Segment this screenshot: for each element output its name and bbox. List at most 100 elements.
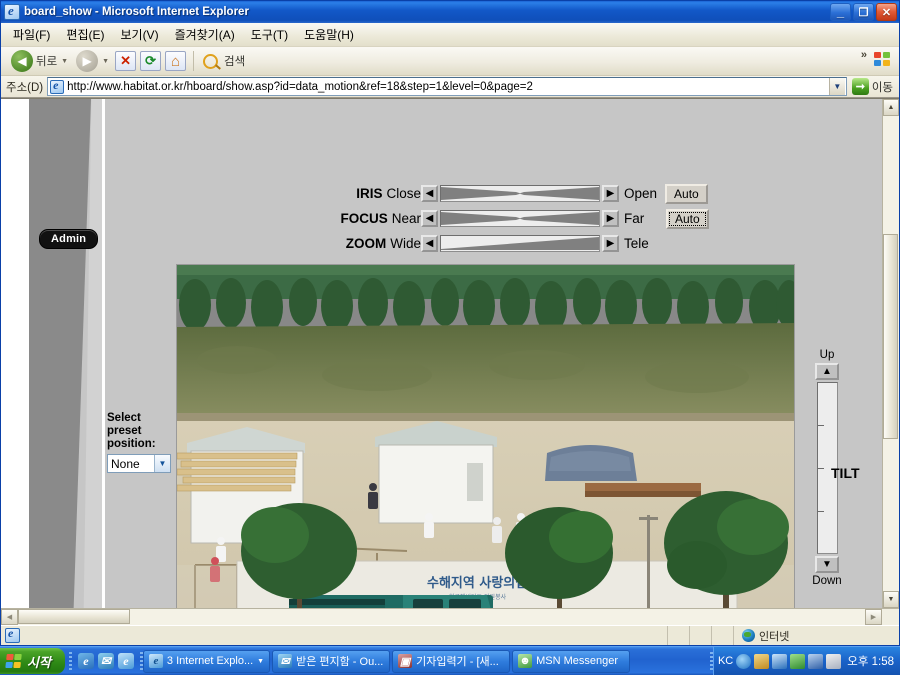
menu-item-view[interactable]: 보기(V) [112, 23, 166, 46]
taskbar-item-label: 받은 편지함 - Ou... [296, 656, 384, 668]
zoom-slider[interactable] [440, 235, 600, 252]
iris-increase-button[interactable]: ▶ [602, 185, 619, 202]
page-vertical-scrollbar[interactable]: ▲ ▼ [882, 99, 899, 608]
restore-icon: ❐ [858, 6, 869, 19]
iris-min-label: Close [386, 185, 421, 201]
restore-button[interactable]: ❐ [853, 3, 874, 21]
quick-launch-bar: e ✉ e [72, 653, 140, 669]
start-button[interactable]: 시작 [0, 648, 65, 674]
security-zone[interactable]: 인터넷 [734, 626, 899, 645]
iris-slider[interactable] [440, 185, 600, 202]
scroll-right-button[interactable]: ▶ [865, 609, 882, 625]
tray-collapse-icon[interactable] [736, 653, 752, 669]
network-icon[interactable] [772, 653, 788, 669]
back-dropdown-icon[interactable]: ▼ [61, 58, 68, 65]
zoom-decrease-button[interactable]: ◀ [421, 235, 438, 252]
chevron-down-icon[interactable]: ▼ [257, 658, 264, 665]
go-button[interactable]: ➞ 이동 [851, 78, 896, 95]
page-icon [50, 78, 65, 94]
focus-decrease-button[interactable]: ◀ [421, 210, 438, 227]
status-message [24, 626, 668, 645]
forward-button[interactable]: ▶ ▼ [72, 49, 113, 73]
iris-label-group: IRIS Close [331, 185, 421, 203]
menu-item-file[interactable]: 파일(F) [5, 23, 58, 46]
taskbar-item-ie[interactable]: e 3 Internet Explo... ▼ [142, 649, 271, 673]
menu-item-tools[interactable]: 도구(T) [243, 23, 296, 46]
show-desktop-icon[interactable]: e [77, 653, 94, 669]
address-input[interactable]: http://www.habitat.or.kr/hboard/show.asp… [47, 77, 847, 96]
page-horizontal-scrollbar[interactable]: ◀ ▶ [1, 608, 899, 625]
zoom-increase-button[interactable]: ▶ [602, 235, 619, 252]
address-url-text: http://www.habitat.or.kr/hboard/show.asp… [67, 80, 533, 93]
chevron-down-icon[interactable]: ▼ [154, 455, 170, 472]
iris-decrease-button[interactable]: ◀ [421, 185, 438, 202]
right-arrow-icon: ▶ [870, 614, 877, 621]
back-button[interactable]: ◀ 뒤로 ▼ [7, 49, 72, 73]
address-dropdown-button[interactable]: ▼ [828, 78, 845, 95]
refresh-button[interactable]: ⟳ [140, 51, 162, 71]
scroll-down-button[interactable]: ▼ [883, 591, 899, 608]
media-icon[interactable] [826, 653, 842, 669]
zoom-label-group: ZOOM Wide [331, 235, 421, 253]
camera-video-image[interactable]: 수해지역 사랑의집짓기 한국해비타트 자원봉사 [176, 264, 795, 608]
home-button[interactable]: ⌂ [165, 51, 187, 71]
antivirus-icon[interactable] [790, 653, 806, 669]
tilt-tick [817, 468, 824, 469]
ime-indicator[interactable]: KC [718, 655, 733, 667]
preset-position-select[interactable]: None ▼ [107, 454, 171, 473]
brand-logo [869, 47, 895, 71]
taskbar: 시작 e ✉ e e 3 Internet Explo... ▼ ✉ 받은 편지… [0, 646, 900, 675]
clock[interactable]: 오후 1:58 [847, 653, 894, 669]
window-controls: _ ❐ ✕ [830, 3, 897, 21]
decorative-dark-band [29, 99, 91, 608]
search-icon [203, 53, 219, 69]
menu-item-edit[interactable]: 편집(E) [58, 23, 112, 46]
taskbar-item-msn[interactable]: ☻ MSN Messenger [512, 649, 631, 673]
vertical-scroll-track[interactable] [883, 116, 899, 591]
admin-button[interactable]: Admin [39, 229, 99, 249]
status-cell-3 [712, 626, 734, 645]
preset-position-group: Select preset position: None ▼ [107, 412, 173, 473]
taskbar-item-label: MSN Messenger [536, 655, 618, 667]
iris-auto-button[interactable]: Auto [665, 183, 708, 204]
tilt-up-label: Up [819, 349, 835, 361]
search-button[interactable]: 검색 [199, 52, 249, 70]
focus-label-group: FOCUS Near [331, 210, 421, 228]
down-arrow-icon: ▼ [887, 596, 895, 603]
tilt-tick [817, 425, 824, 426]
iris-max-label: Open [624, 186, 658, 201]
app-icon: ▣ [398, 654, 413, 668]
tilt-tick [817, 511, 824, 512]
scroll-up-button[interactable]: ▲ [883, 99, 899, 116]
volume-icon[interactable] [754, 653, 770, 669]
iris-control-row: IRIS Close ◀ ▶ Open Auto [331, 183, 709, 204]
horizontal-scroll-track[interactable] [18, 609, 865, 625]
horizontal-scroll-thumb[interactable] [18, 609, 130, 624]
minimize-button[interactable]: _ [830, 3, 851, 21]
menu-item-favorites[interactable]: 즐겨찾기(A) [167, 23, 243, 46]
taskbar-item-outlook[interactable]: ✉ 받은 편지함 - Ou... [272, 649, 391, 673]
back-label: 뒤로 [36, 56, 58, 68]
toolbar-overflow-button[interactable]: » [861, 49, 867, 61]
focus-increase-button[interactable]: ▶ [602, 210, 619, 227]
taskbar-item-editor[interactable]: ▣ 기자입력기 - [새... [392, 649, 511, 673]
vertical-scroll-thumb[interactable] [883, 234, 898, 439]
tilt-down-button[interactable]: ▼ [815, 556, 839, 573]
scroll-left-button[interactable]: ◀ [1, 609, 18, 625]
back-icon: ◀ [11, 50, 33, 72]
window-title: board_show - Microsoft Internet Explorer [24, 6, 249, 18]
focus-slider[interactable] [440, 210, 600, 227]
focus-auto-button[interactable]: Auto [666, 208, 709, 229]
zoom-slider-shape [441, 237, 599, 250]
menu-item-help[interactable]: 도움말(H) [296, 23, 362, 46]
stop-button[interactable]: ✕ [115, 51, 137, 71]
monitor-icon[interactable] [808, 653, 824, 669]
browser-toolbar: ◀ 뒤로 ▼ ▶ ▼ ✕ ⟳ ⌂ 검색 » [1, 47, 899, 76]
forward-dropdown-icon[interactable]: ▼ [102, 58, 109, 65]
ie-icon[interactable]: e [117, 653, 134, 669]
left-arrow-icon: ◀ [425, 237, 434, 249]
close-button[interactable]: ✕ [876, 3, 897, 21]
stop-icon: ✕ [120, 53, 131, 68]
outlook-icon[interactable]: ✉ [97, 653, 114, 669]
tilt-up-button[interactable]: ▲ [815, 363, 839, 380]
